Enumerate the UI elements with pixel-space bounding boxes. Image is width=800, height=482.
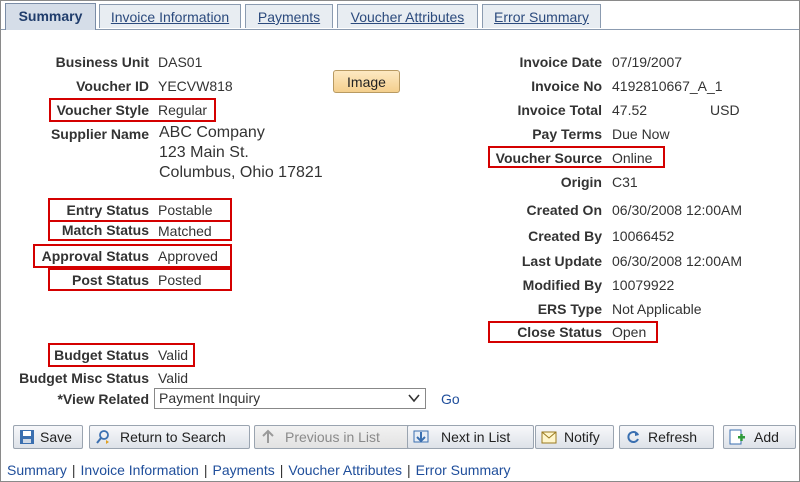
bottom-link-error-summary[interactable]: Error Summary [416,462,511,478]
add-label: Add [754,429,779,445]
refresh-label: Refresh [648,429,698,445]
bottom-nav: Summary | Invoice Information | Payments | Vou… [7,462,511,478]
voucher-style-highlight [49,98,216,122]
supplier-name-line1: ABC Company [159,124,265,141]
view-related-selected: Payment Inquiry [159,390,261,406]
separator: | [407,462,411,478]
notify-button[interactable]: Notify [535,425,614,449]
invoice-no-label: Invoice No [531,78,602,94]
search-return-icon [96,430,109,444]
invoice-no-value: 4192810667_A_1 [612,78,723,94]
ers-type-value: Not Applicable [612,301,702,317]
entry-status-highlight [48,198,232,222]
pay-terms-label: Pay Terms [532,126,602,142]
invoice-total-value: 47.52 [612,102,648,118]
bottom-link-summary[interactable]: Summary [7,462,67,478]
next-in-list-button[interactable]: Next in List [407,425,534,449]
approval-status-highlight [33,244,232,268]
invoice-date-value: 07/19/2007 [612,54,683,70]
supplier-address-line3: Columbus, Ohio 17821 [159,164,323,181]
post-status-highlight [48,268,232,291]
origin-value: C31 [612,174,638,190]
ers-type-label: ERS Type [537,301,602,317]
bottom-link-voucher-attributes[interactable]: Voucher Attributes [288,462,402,478]
tab-error-summary[interactable]: Error Summary [482,4,601,28]
invoice-currency: USD [710,102,740,118]
arrow-down-icon [413,430,429,443]
refresh-button[interactable]: Refresh [619,425,714,449]
image-button[interactable]: Image [333,70,400,93]
business-unit-label: Business Unit [55,54,149,70]
save-icon [20,430,34,444]
previous-in-list-label: Previous in List [285,429,380,445]
invoice-total-label: Invoice Total [517,102,602,118]
created-by-label: Created By [528,228,602,244]
notify-label: Notify [564,429,600,445]
add-button[interactable]: Add [723,425,796,449]
last-update-value: 06/30/2008 12:00AM [612,253,742,269]
business-unit-value: DAS01 [158,54,203,70]
go-link[interactable]: Go [441,391,460,407]
previous-in-list-button[interactable]: Previous in List [254,425,410,449]
supplier-address-line2: 123 Main St. [159,144,249,161]
refresh-icon [627,431,639,443]
tab-summary-label: Summary [18,8,83,24]
created-by-value: 10066452 [612,228,675,244]
tab-payments-label: Payments [257,9,321,25]
save-button[interactable]: Save [13,425,83,449]
tab-voucher-attributes-label: Voucher Attributes [350,9,465,25]
tab-divider [96,29,799,30]
last-update-label: Last Update [521,253,602,269]
tab-voucher-attributes[interactable]: Voucher Attributes [337,4,478,28]
page-frame: Summary Invoice Information Payments Vou… [0,0,800,482]
separator: | [203,462,208,478]
voucher-id-value: YECVW818 [158,78,233,94]
view-related-select[interactable]: Payment Inquiry [154,388,426,409]
tab-invoice-information-label: Invoice Information [110,9,230,25]
tab-invoice-information[interactable]: Invoice Information [99,4,241,28]
add-icon [729,429,745,445]
budget-misc-status-value: Valid [158,370,189,386]
invoice-date-label: Invoice Date [519,54,602,70]
close-status-highlight [488,321,658,343]
tab-bar: Summary Invoice Information Payments Vou… [1,1,799,31]
budget-status-highlight [48,343,195,367]
modified-by-value: 10079922 [612,277,675,293]
created-on-value: 06/30/2008 12:00AM [612,202,742,218]
tab-summary[interactable]: Summary [5,3,96,30]
modified-by-label: Modified By [522,277,602,293]
supplier-name-label: Supplier Name [50,126,149,142]
save-label: Save [40,429,72,445]
separator: | [279,462,284,478]
origin-label: Origin [560,174,602,190]
budget-misc-status-label: Budget Misc Status [19,370,149,386]
created-on-label: Created On [526,202,602,218]
notify-icon [541,431,557,444]
arrow-up-icon [262,429,274,443]
tab-error-summary-label: Error Summary [494,9,589,25]
separator: | [71,462,76,478]
pay-terms-value: Due Now [612,126,670,142]
bottom-link-invoice-information[interactable]: Invoice Information [81,462,199,478]
return-to-search-button[interactable]: Return to Search [89,425,250,449]
return-to-search-label: Return to Search [120,429,226,445]
match-status-highlight [48,220,232,241]
bottom-link-payments[interactable]: Payments [212,462,274,478]
voucher-id-label: Voucher ID [76,78,149,94]
chevron-down-icon [408,394,420,403]
tab-payments[interactable]: Payments [245,4,333,28]
tab-divider-left [1,29,5,30]
next-in-list-label: Next in List [441,429,511,445]
view-related-label: *View Related [57,391,149,407]
voucher-source-highlight [488,146,665,168]
